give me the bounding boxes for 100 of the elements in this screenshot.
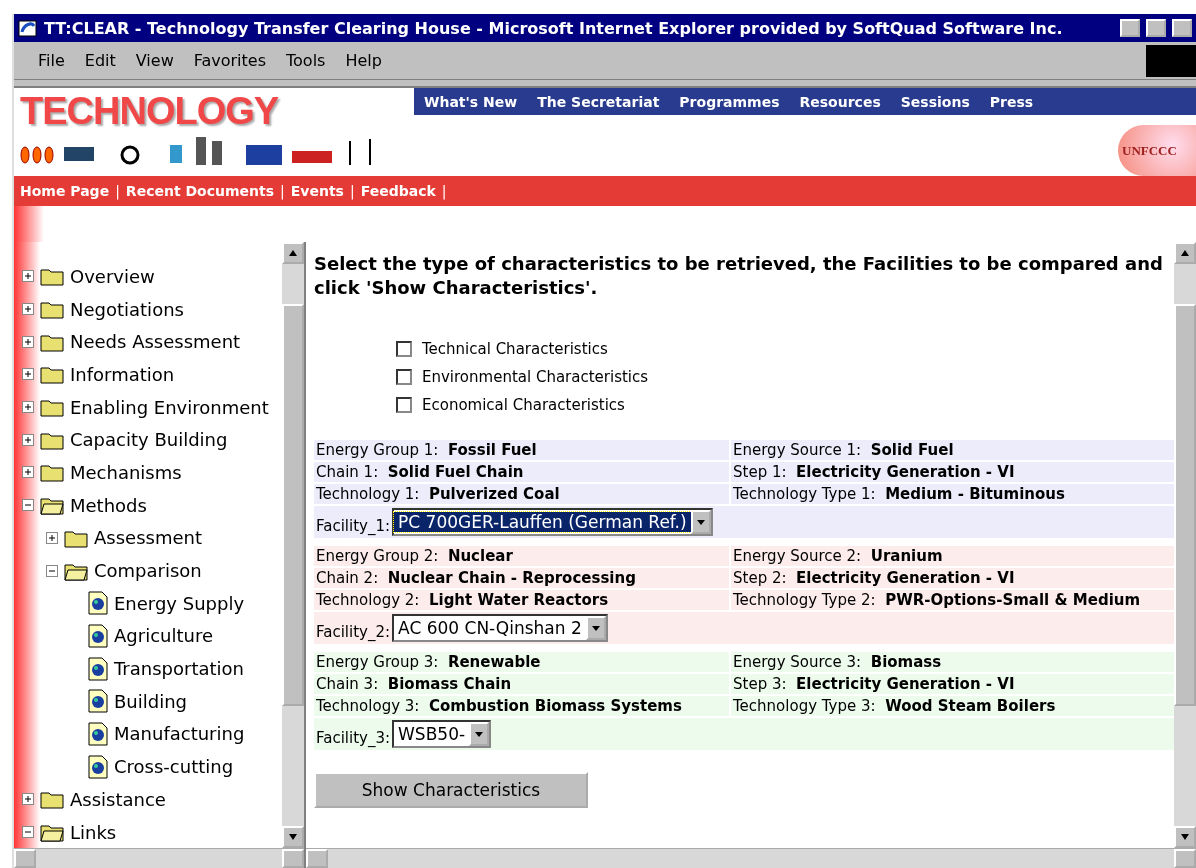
separator: | — [349, 183, 355, 199]
nav-link[interactable]: Sessions — [900, 93, 970, 110]
nav-link[interactable]: Home Page — [20, 183, 110, 199]
menu-item[interactable]: Edit — [76, 49, 124, 72]
info-cell: Energy Source 1: Solid Fuel — [731, 440, 1174, 460]
tree-item[interactable]: Negotiations — [70, 298, 184, 320]
scroll-up-icon[interactable] — [1180, 248, 1190, 258]
info-cell: Technology Type 3: Wood Steam Boilers — [731, 696, 1174, 716]
facility-label: Facility_2: — [316, 623, 391, 641]
show-characteristics-button[interactable]: Show Characteristics — [314, 772, 588, 808]
checkbox-label: Environmental Characteristics — [422, 368, 649, 386]
scroll-down-icon[interactable] — [1180, 832, 1190, 842]
checkbox-label: Economical Characteristics — [422, 396, 625, 414]
dropdown-arrow-icon[interactable] — [474, 729, 485, 739]
logo-text: UNFCCC — [1122, 142, 1177, 159]
info-cell: Technology Type 1: Medium - Bituminous — [731, 484, 1174, 504]
nav-link[interactable]: Events — [290, 183, 344, 199]
document-globe-icon — [88, 754, 108, 779]
checkbox[interactable] — [396, 397, 412, 413]
info-cell: Chain 2: Nuclear Chain - Reprocessing — [314, 568, 729, 588]
expand-icon[interactable] — [22, 433, 34, 446]
menu-item[interactable]: File — [30, 49, 73, 72]
collapse-icon[interactable] — [46, 564, 58, 577]
info-cell: Technology Type 2: PWR-Options-Small & Medium — [731, 590, 1174, 610]
window-title: TT:CLEAR - Technology Transfer Clearing House - Microsoft Internet Explorer provided by SoftQuad Software Inc. — [44, 18, 1064, 38]
nav-link[interactable]: What's New — [424, 93, 518, 110]
vertical-scrollbar[interactable] — [282, 242, 304, 848]
scroll-down-icon[interactable] — [288, 832, 298, 842]
facility-label: Facility_3: — [316, 729, 391, 747]
collapse-icon[interactable] — [22, 499, 34, 512]
tree-item[interactable]: Overview — [70, 265, 155, 287]
site-logo: TECHNOLOGY — [20, 90, 280, 133]
tree-item[interactable]: Information — [70, 363, 175, 385]
info-cell: Energy Source 2: Uranium — [731, 546, 1174, 566]
expand-icon[interactable] — [22, 793, 34, 806]
tree-item[interactable]: Assistance — [70, 788, 166, 810]
folder-icon — [40, 299, 64, 320]
document-globe-icon — [88, 656, 108, 681]
info-cell: Chain 3: Biomass Chain — [314, 674, 729, 694]
separator: | — [115, 183, 120, 199]
separator: | — [441, 183, 447, 199]
expand-icon[interactable] — [22, 335, 34, 348]
menu-item[interactable]: Favorites — [185, 49, 274, 72]
folder-icon — [40, 266, 64, 287]
info-cell: Step 1: Electricity Generation - VI — [731, 462, 1174, 482]
tree-item[interactable]: Energy Supply — [114, 592, 245, 614]
facility-label: Facility_1: — [316, 517, 391, 535]
expand-icon[interactable] — [22, 368, 34, 381]
horizontal-scrollbar[interactable] — [14, 848, 304, 868]
info-cell: Energy Group 2: Nuclear — [314, 546, 729, 566]
tree-item[interactable]: Agriculture — [114, 625, 213, 647]
expand-icon[interactable] — [22, 466, 34, 479]
horizontal-scrollbar[interactable] — [306, 848, 1196, 868]
nav-link[interactable]: Recent Documents — [125, 183, 275, 199]
tree-item[interactable]: Links — [70, 821, 117, 843]
tree-item[interactable]: Methods — [70, 494, 147, 516]
tree-item[interactable]: Needs Assessment — [70, 331, 241, 353]
nav-link[interactable]: The Secretariat — [537, 93, 660, 110]
expand-icon[interactable] — [22, 303, 34, 316]
document-globe-icon — [88, 623, 108, 648]
nav-link[interactable]: Feedback — [360, 183, 436, 199]
tree-item[interactable]: Mechanisms — [70, 461, 182, 483]
expand-icon[interactable] — [46, 531, 58, 544]
facility-dropdown[interactable]: WSB50- — [392, 720, 492, 748]
open-folder-icon — [40, 822, 64, 843]
browser-icon — [18, 18, 38, 38]
tree-item[interactable]: Building — [114, 690, 188, 712]
tree-item[interactable]: Manufacturing — [114, 723, 245, 745]
info-cell: Technology 2: Light Water Reactors — [314, 590, 729, 610]
menu-item[interactable]: Tools — [278, 49, 334, 72]
dropdown-arrow-icon[interactable] — [695, 517, 706, 527]
folder-icon — [40, 364, 64, 385]
facility-dropdown[interactable]: AC 600 CN-Qinshan 2 — [392, 614, 608, 642]
instruction-text: Select the type of characteristics to be retrieved, the Facilities to be compared and click 'Show Characteristics'. — [314, 252, 1164, 300]
tree-item[interactable]: Cross-cutting — [114, 756, 234, 778]
checkbox[interactable] — [396, 341, 412, 357]
expand-icon[interactable] — [22, 401, 34, 414]
info-cell: Step 2: Electricity Generation - VI — [731, 568, 1174, 588]
checkbox[interactable] — [396, 369, 412, 385]
tree-item[interactable]: Transportation — [114, 658, 244, 680]
separator: | — [280, 183, 285, 199]
dropdown-arrow-icon[interactable] — [590, 623, 601, 633]
tree-item[interactable]: Enabling Environment — [70, 396, 269, 418]
nav-link[interactable]: Programmes — [679, 93, 780, 110]
expand-icon[interactable] — [22, 270, 34, 283]
nav-link[interactable]: Press — [989, 93, 1034, 110]
facility-dropdown[interactable]: PC 700GER-Lauffen (German Ref.) — [392, 508, 713, 536]
document-globe-icon — [88, 591, 108, 616]
open-folder-icon — [40, 495, 64, 516]
tree-item[interactable]: Assessment — [94, 527, 202, 549]
menu-item[interactable]: Help — [337, 49, 390, 72]
vertical-scrollbar[interactable] — [1174, 242, 1196, 848]
collapse-icon[interactable] — [22, 826, 34, 839]
tree-item[interactable]: Capacity Building — [70, 429, 228, 451]
info-cell: Energy Group 1: Fossil Fuel — [314, 440, 729, 460]
tree-item[interactable]: Comparison — [94, 560, 202, 582]
nav-link[interactable]: Resources — [799, 93, 881, 110]
scroll-up-icon[interactable] — [288, 248, 298, 258]
folder-icon — [40, 789, 64, 810]
menu-item[interactable]: View — [127, 49, 182, 72]
